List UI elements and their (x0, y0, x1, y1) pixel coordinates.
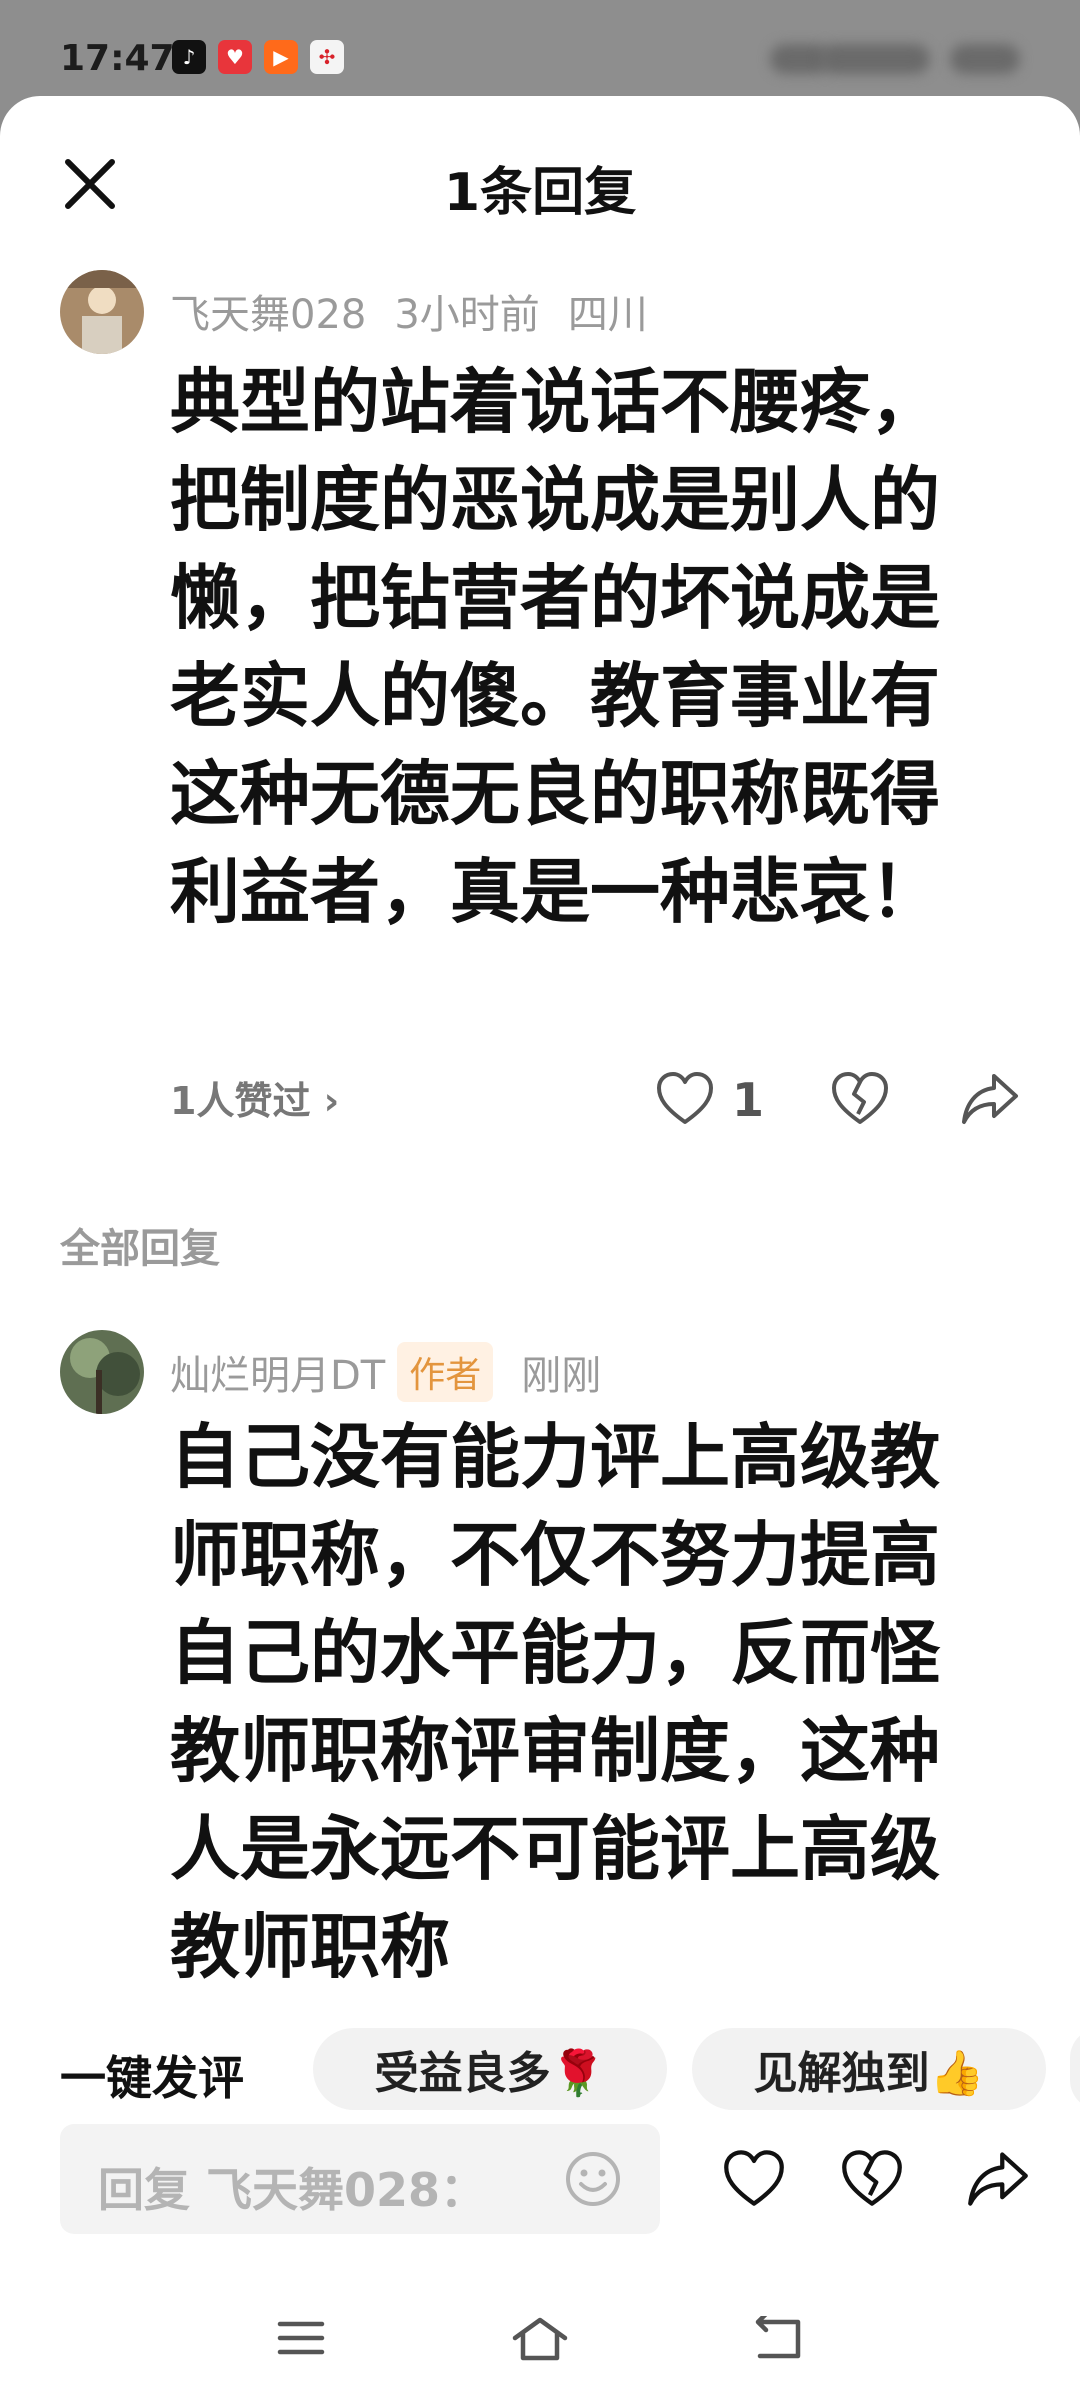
avatar[interactable] (60, 270, 144, 354)
like-count: 1 (732, 1073, 765, 1127)
status-bar: 17:47 ♪ ♥ ▶ ✣ (0, 0, 1080, 110)
kuaishou-icon: ▶ (264, 40, 298, 74)
reply-time: 刚刚 (521, 1353, 602, 1399)
red-heart-app-icon: ♥ (218, 40, 252, 74)
reply-meta: 灿烂明月DT 作者 刚刚 (170, 1342, 601, 1402)
back-icon[interactable] (752, 2316, 806, 2362)
emoji-icon[interactable] (564, 2150, 622, 2208)
network-icon (820, 44, 930, 74)
quick-reply-chip[interactable]: 见解独到👍 (692, 2028, 1046, 2110)
share-icon[interactable] (960, 1070, 1020, 1126)
quick-reply-chip[interactable]: 受益良多🌹 (313, 2028, 667, 2110)
tiktok-icon: ♪ (172, 40, 206, 74)
like-icon[interactable] (722, 2148, 786, 2208)
status-time: 17:47 (60, 38, 175, 79)
comment-location: 四川 (567, 292, 648, 338)
menu-icon[interactable] (276, 2316, 326, 2360)
dislike-icon[interactable] (840, 2148, 904, 2208)
author-badge: 作者 (397, 1342, 494, 1402)
comment-text: 典型的站着说话不腰疼，把制度的恶说成是别人的懒，把钻营者的坏说成是老实人的傻。教… (170, 361, 940, 933)
reply-username[interactable]: 灿烂明月DT (170, 1343, 385, 1401)
home-icon[interactable] (511, 2316, 569, 2362)
dislike-icon[interactable] (830, 1070, 890, 1126)
quick-reply-label: 一键发评 (60, 2051, 244, 2105)
share-icon[interactable] (966, 2148, 1030, 2208)
sheet-title: 1条回复 (443, 163, 637, 223)
avatar[interactable] (60, 1330, 144, 1414)
all-replies-label: 全部回复 (60, 1226, 220, 1272)
comment-username[interactable]: 飞天舞028 (170, 282, 366, 340)
like-icon[interactable] (655, 1070, 715, 1126)
reply-input[interactable]: 回复 飞天舞028： (60, 2124, 660, 2234)
battery-icon (950, 44, 1020, 74)
reply-input-placeholder: 回复 飞天舞028： (98, 2163, 487, 2217)
likes-summary[interactable]: 1人赞过 › (170, 1070, 339, 1125)
comment-meta: 飞天舞028 3小时前 四川 (170, 282, 648, 340)
notification-icons: ♪ ♥ ▶ ✣ (172, 40, 344, 74)
reply-text: 自己没有能力评上高级教师职称，不仅不努力提高自己的水平能力，反而怪教师职称评审制… (170, 1416, 940, 1988)
china-unicom-icon: ✣ (310, 40, 344, 74)
comment-time: 3小时前 (394, 292, 540, 338)
